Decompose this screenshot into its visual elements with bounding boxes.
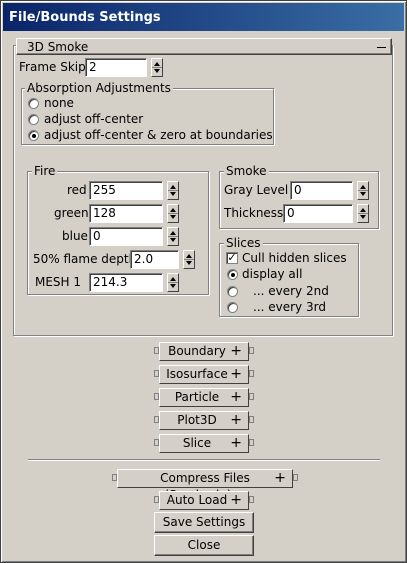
expand-plus-icon: + bbox=[230, 366, 242, 382]
spin-up-icon[interactable] bbox=[170, 277, 176, 281]
smoke-legend: Smoke bbox=[224, 164, 269, 178]
absorption-radio-none[interactable] bbox=[28, 98, 39, 109]
fire-green-label: green bbox=[54, 206, 89, 220]
rollout-label: Slice bbox=[182, 436, 212, 450]
expand-plus-icon: + bbox=[230, 412, 242, 428]
spin-down-icon[interactable] bbox=[170, 215, 176, 219]
window-title: File/Bounds Settings bbox=[3, 3, 404, 31]
thickness-label: Thickness bbox=[224, 206, 284, 220]
slice-rollout[interactable]: Slice + bbox=[159, 434, 249, 453]
spin-up-icon[interactable] bbox=[170, 231, 176, 235]
expand-plus-icon: + bbox=[230, 492, 242, 508]
separator bbox=[28, 459, 380, 461]
slices-radio-2nd[interactable] bbox=[227, 286, 238, 297]
expand-plus-icon: + bbox=[274, 470, 286, 486]
rollout-nub bbox=[249, 347, 254, 354]
mesh-spinner[interactable] bbox=[167, 273, 179, 292]
plot3d-rollout[interactable]: Plot3D + bbox=[159, 411, 249, 430]
fire-green-spinner[interactable] bbox=[167, 204, 179, 223]
thickness-field[interactable]: 0 bbox=[283, 204, 353, 223]
spin-down-icon[interactable] bbox=[170, 192, 176, 196]
absorption-radio-offcenter-zero[interactable] bbox=[28, 130, 39, 141]
smoke3d-header-label: 3D Smoke bbox=[27, 40, 89, 54]
isosurface-rollout[interactable]: Isosurface + bbox=[159, 365, 249, 384]
fire-red-spinner[interactable] bbox=[167, 181, 179, 200]
spin-down-icon[interactable] bbox=[170, 284, 176, 288]
spin-up-icon[interactable] bbox=[360, 208, 366, 212]
rollout-nub bbox=[249, 496, 254, 503]
file-bounds-settings-window: File/Bounds Settings 3D Smoke Frame Skip… bbox=[0, 0, 407, 563]
slices-option-label: ... every 3rd bbox=[253, 300, 326, 314]
flame-depth-field[interactable]: 2.0 bbox=[130, 250, 179, 269]
expand-plus-icon: + bbox=[230, 435, 242, 451]
spin-down-icon[interactable] bbox=[360, 192, 366, 196]
slices-radio-3rd[interactable] bbox=[227, 302, 238, 313]
spin-up-icon[interactable] bbox=[170, 208, 176, 212]
frame-skip-field[interactable]: 2 bbox=[85, 58, 147, 77]
spin-up-icon[interactable] bbox=[170, 185, 176, 189]
cull-hidden-slices-label: Cull hidden slices bbox=[242, 251, 347, 265]
fire-red-label: red bbox=[67, 183, 87, 197]
rollout-nub bbox=[249, 439, 254, 446]
absorption-radio-offcenter[interactable] bbox=[28, 114, 39, 125]
flame-depth-spinner[interactable] bbox=[183, 250, 195, 269]
fire-legend: Fire bbox=[32, 164, 58, 178]
spin-down-icon[interactable] bbox=[170, 238, 176, 242]
collapse-icon[interactable] bbox=[376, 41, 388, 53]
fire-blue-label: blue bbox=[62, 229, 88, 243]
particle-rollout[interactable]: Particle + bbox=[159, 388, 249, 407]
gray-level-field[interactable]: 0 bbox=[290, 181, 353, 200]
slices-option-label: display all bbox=[242, 267, 303, 281]
rollout-nub bbox=[249, 370, 254, 377]
rollout-label: Plot3D bbox=[177, 413, 217, 427]
boundary-rollout[interactable]: Boundary + bbox=[159, 342, 249, 361]
smoke3d-header[interactable]: 3D Smoke bbox=[16, 38, 392, 55]
rollout-nub bbox=[249, 393, 254, 400]
slices-option-label: ... every 2nd bbox=[253, 284, 329, 298]
mesh-label: MESH 1 bbox=[35, 275, 82, 289]
gray-level-spinner[interactable] bbox=[357, 181, 369, 200]
absorption-option-label: adjust off-center & zero at boundaries bbox=[44, 128, 273, 142]
expand-plus-icon: + bbox=[230, 343, 242, 359]
slices-legend: Slices bbox=[224, 236, 263, 250]
absorption-option-label: adjust off-center bbox=[44, 112, 144, 126]
thickness-spinner[interactable] bbox=[357, 204, 369, 223]
slices-radio-all[interactable] bbox=[227, 269, 238, 280]
rollout-nub bbox=[293, 474, 298, 481]
rollout-label: Particle bbox=[174, 390, 220, 404]
spin-up-icon[interactable] bbox=[154, 62, 160, 66]
frame-skip-spinner[interactable] bbox=[151, 58, 163, 77]
expand-plus-icon: + bbox=[230, 389, 242, 405]
spin-up-icon[interactable] bbox=[186, 254, 192, 258]
spin-down-icon[interactable] bbox=[186, 261, 192, 265]
fire-green-field[interactable]: 128 bbox=[89, 204, 163, 223]
save-settings-button[interactable]: Save Settings bbox=[154, 512, 254, 533]
flame-depth-label: 50% flame depth bbox=[33, 252, 137, 266]
gray-level-label: Gray Level bbox=[224, 183, 289, 197]
spin-down-icon[interactable] bbox=[360, 215, 366, 219]
close-button[interactable]: Close bbox=[154, 535, 254, 556]
fire-blue-spinner[interactable] bbox=[167, 227, 179, 246]
fire-blue-field[interactable]: 0 bbox=[89, 227, 163, 246]
rollout-label: Boundary bbox=[168, 344, 226, 358]
absorption-option-label: none bbox=[44, 96, 74, 110]
absorption-legend: Absorption Adjustments bbox=[25, 81, 173, 95]
spin-up-icon[interactable] bbox=[360, 185, 366, 189]
spin-down-icon[interactable] bbox=[154, 69, 160, 73]
frame-skip-label: Frame Skip bbox=[19, 60, 86, 74]
mesh-field[interactable]: 214.3 bbox=[89, 273, 163, 292]
rollout-nub bbox=[249, 416, 254, 423]
compress-files-rollout[interactable]: Compress Files (Smokezip) + bbox=[117, 469, 293, 502]
auto-load-rollout[interactable]: Auto Load + bbox=[159, 491, 249, 510]
fire-red-field[interactable]: 255 bbox=[89, 181, 163, 200]
cull-hidden-slices-checkbox[interactable]: ✓ bbox=[226, 252, 238, 264]
